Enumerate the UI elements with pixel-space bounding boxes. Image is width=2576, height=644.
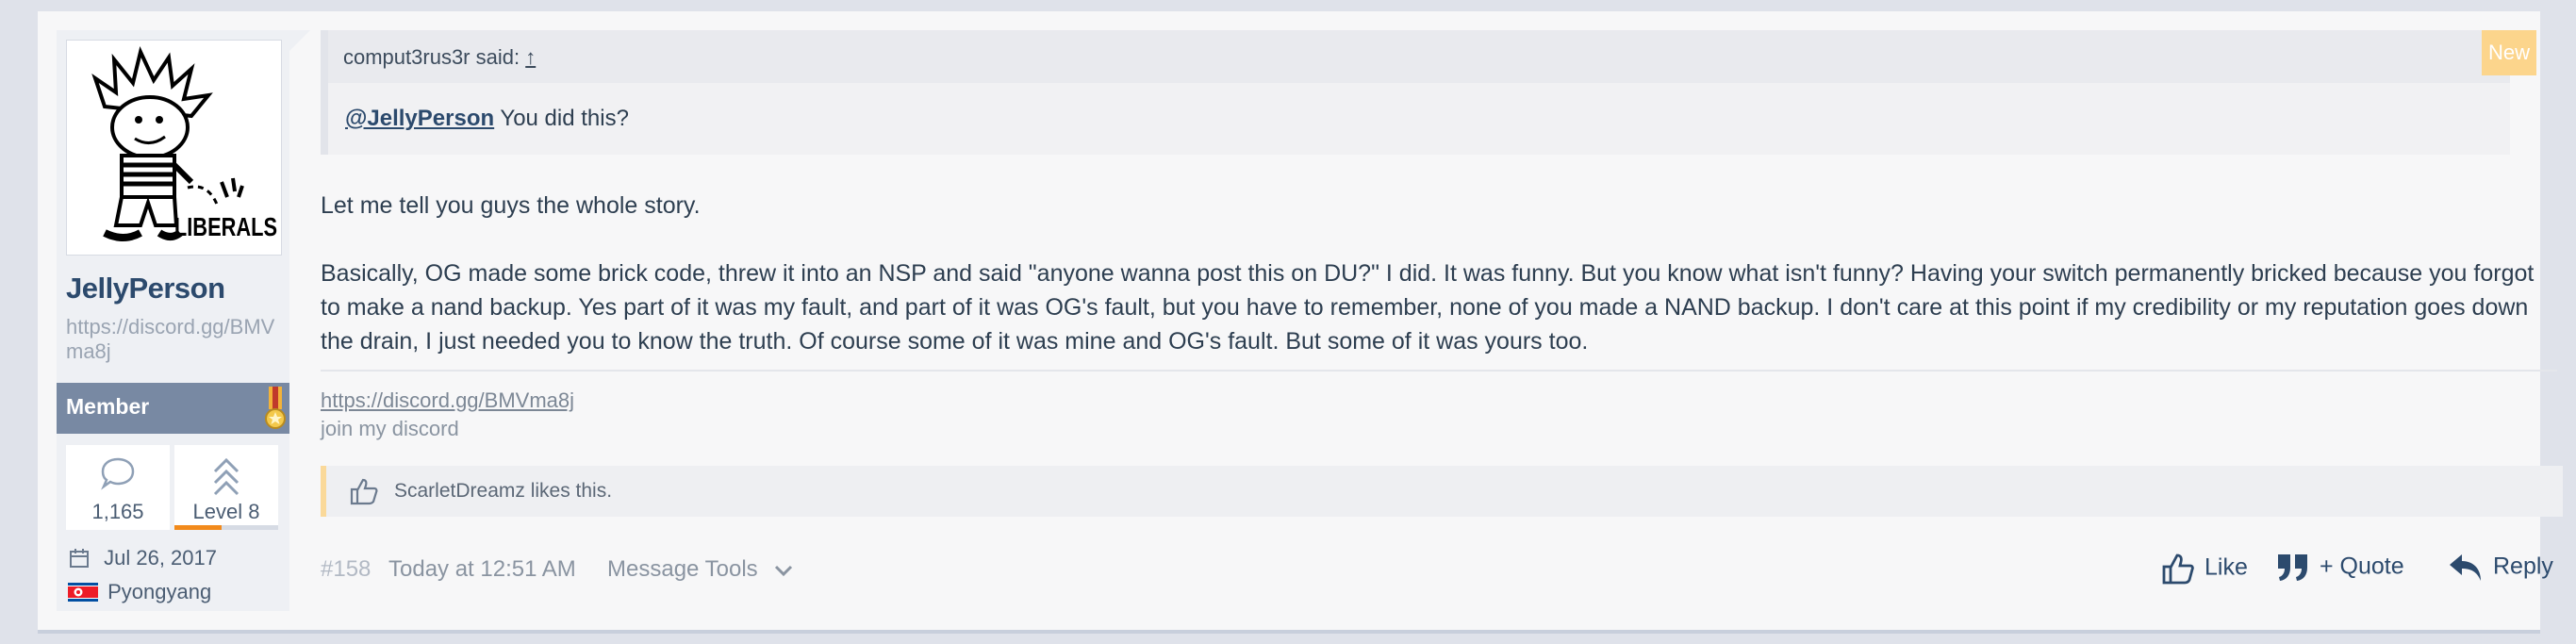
user-mention-link[interactable]: @JellyPerson bbox=[345, 106, 494, 131]
message-tools-menu[interactable]: Message Tools bbox=[607, 556, 794, 583]
user-sidebar: LIBERALS JellyPerson https://discord.gg/… bbox=[57, 30, 289, 611]
username[interactable]: JellyPerson bbox=[66, 272, 225, 305]
calendar-icon bbox=[70, 549, 89, 569]
user-avatar[interactable]: LIBERALS bbox=[66, 40, 282, 256]
reply-label: Reply bbox=[2493, 553, 2553, 580]
quote-label: + Quote bbox=[2320, 553, 2404, 580]
location-row: Pyongyang bbox=[68, 579, 211, 604]
post-footer: #158 Today at 12:51 AM Message Tools Lik… bbox=[321, 545, 2557, 592]
post-timestamp[interactable]: Today at 12:51 AM bbox=[388, 556, 576, 583]
signature-link[interactable]: https://discord.gg/BMVma8j bbox=[321, 388, 574, 413]
chevron-down-icon bbox=[775, 565, 793, 576]
join-date-row: Jul 26, 2017 bbox=[68, 545, 217, 570]
speech-bubble-icon bbox=[101, 457, 135, 490]
forum-post: LIBERALS JellyPerson https://discord.gg/… bbox=[38, 11, 2563, 634]
likes-summary: ScarletDreamz likes this. bbox=[321, 466, 2563, 517]
level-progress-fill bbox=[174, 525, 222, 530]
message-count: 1,165 bbox=[91, 500, 144, 523]
rank-label: Member bbox=[66, 394, 150, 419]
like-button[interactable]: Like bbox=[2161, 553, 2248, 585]
join-date: Jul 26, 2017 bbox=[104, 546, 217, 570]
like-label: Like bbox=[2204, 553, 2248, 581]
new-badge: New bbox=[2482, 30, 2536, 75]
level-progress-bar bbox=[174, 525, 278, 530]
post-number-link[interactable]: #158 bbox=[321, 556, 371, 583]
location[interactable]: Pyongyang bbox=[107, 580, 211, 604]
user-rank-banner: Member bbox=[57, 383, 289, 434]
chevrons-up-icon bbox=[213, 457, 239, 496]
user-title-link: https://discord.gg/BMVma8j bbox=[66, 315, 275, 363]
message-paragraph: Let me tell you guys the whole story. bbox=[321, 192, 701, 219]
sidebar-pointer bbox=[289, 30, 310, 51]
quote-text: @JellyPerson You did this? bbox=[345, 106, 629, 132]
quote-block: comput3rus3r said: ↑ @JellyPerson You di… bbox=[321, 30, 2510, 155]
reply-arrow-icon bbox=[2450, 554, 2481, 581]
quote-icon bbox=[2278, 554, 2307, 581]
signature-divider bbox=[321, 370, 2557, 372]
medal-icon bbox=[265, 387, 286, 429]
message-body: Let me tell you guys the whole story. Ba… bbox=[321, 189, 2557, 392]
post-actions: Like + Quote Reply bbox=[2161, 545, 2557, 592]
quote-body-text: You did this? bbox=[494, 106, 629, 131]
level-label: Level 8 bbox=[192, 500, 260, 523]
message-paragraph: Basically, OG made some brick code, thre… bbox=[321, 260, 2535, 355]
avatar-image: LIBERALS bbox=[91, 45, 277, 242]
likes-text[interactable]: ScarletDreamz likes this. bbox=[394, 480, 612, 503]
quote-source-link[interactable]: ↑ bbox=[525, 45, 536, 69]
signature-text: join my discord bbox=[321, 417, 459, 440]
thumbs-up-icon bbox=[2162, 553, 2194, 585]
north-korea-flag-icon bbox=[68, 583, 98, 603]
quote-header: comput3rus3r said: ↑ bbox=[328, 30, 2510, 83]
reply-button[interactable]: Reply bbox=[2448, 553, 2553, 583]
quote-author: comput3rus3r said: bbox=[343, 45, 520, 69]
level-stat[interactable]: Level 8 bbox=[174, 445, 278, 530]
message-tools-label: Message Tools bbox=[607, 556, 758, 582]
avatar-caption: LIBERALS bbox=[174, 212, 277, 241]
message-count-stat[interactable]: 1,165 bbox=[66, 445, 170, 530]
thumbs-up-icon bbox=[350, 478, 378, 505]
quote-button[interactable]: + Quote bbox=[2276, 553, 2404, 583]
